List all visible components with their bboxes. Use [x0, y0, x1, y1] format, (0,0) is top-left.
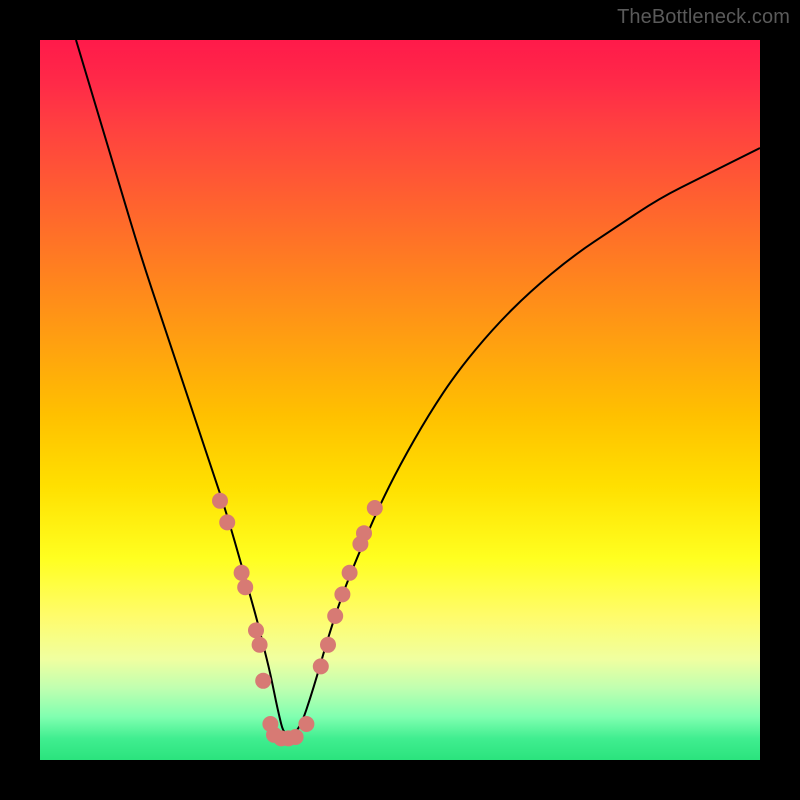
bottleneck-curve	[76, 40, 760, 736]
highlight-markers	[212, 493, 383, 747]
marker-dot	[367, 500, 383, 516]
marker-dot	[298, 716, 314, 732]
marker-dot	[234, 565, 250, 581]
marker-dot	[356, 525, 372, 541]
marker-dot	[313, 658, 329, 674]
marker-dot	[248, 622, 264, 638]
marker-dot	[327, 608, 343, 624]
watermark-text: TheBottleneck.com	[617, 6, 790, 29]
marker-dot	[342, 565, 358, 581]
plot-area	[40, 40, 760, 760]
curve-layer	[40, 40, 760, 760]
marker-dot	[237, 579, 253, 595]
chart-container: TheBottleneck.com	[0, 0, 800, 800]
marker-dot	[252, 637, 268, 653]
marker-dot	[288, 729, 304, 745]
marker-dot	[320, 637, 336, 653]
marker-dot	[255, 673, 271, 689]
marker-dot	[219, 514, 235, 530]
marker-dot	[212, 493, 228, 509]
marker-dot	[334, 586, 350, 602]
curve-path	[76, 40, 760, 736]
